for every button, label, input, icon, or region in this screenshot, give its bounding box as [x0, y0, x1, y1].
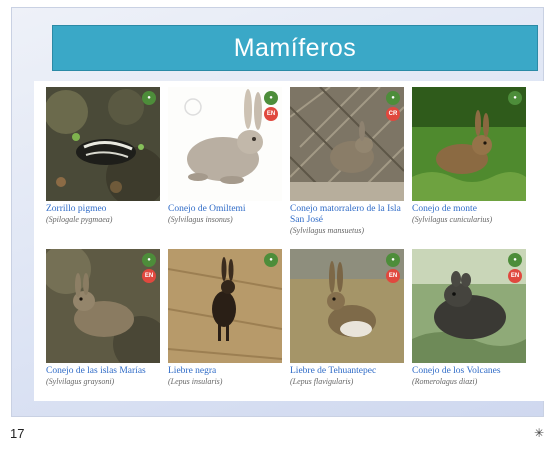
species-scientific-name: (Lepus flavigularis) [290, 377, 354, 386]
species-name: Liebre de Tehuantepec [290, 366, 377, 376]
species-cell[interactable]: ● Zorrillo pigmeo (Spilogale pygmaea) [46, 87, 164, 225]
species-card: ● Zorrillo pigmeo (Spilogale pygmaea) ● … [34, 81, 544, 401]
status-badge-en: EN [508, 269, 522, 283]
species-cell[interactable]: ● Conejo de monte (Sylvilagus cuniculari… [412, 87, 530, 225]
photo-tehuantepec-jackrabbit: ● EN [290, 249, 404, 363]
status-badge: ● [386, 253, 400, 267]
photo-omiltemi-rabbit: ● EN [168, 87, 282, 201]
species-scientific-name: (Sylvilagus graysoni) [46, 377, 115, 386]
species-cell[interactable]: ● EN Conejo de los Volcanes (Romerolagus… [412, 249, 530, 387]
species-name: Conejo de Omiltemi [168, 204, 246, 214]
status-badge: ● [508, 91, 522, 105]
species-cell[interactable]: ● EN Liebre de Tehuantepec (Lepus flavig… [290, 249, 408, 387]
slide: Mamíferos ● Zorrillo pigmeo (Spilogale p… [11, 7, 544, 417]
species-scientific-name: (Lepus insularis) [168, 377, 223, 386]
species-name: Conejo matorralero de la Isla San José [290, 204, 401, 225]
status-badge: ● [508, 253, 522, 267]
status-badge-en: EN [264, 107, 278, 121]
species-cell[interactable]: ● EN Conejo de Omiltemi (Sylvilagus inso… [168, 87, 286, 225]
status-badge-en: EN [142, 269, 156, 283]
photo-mexican-cottontail: ● [412, 87, 526, 201]
photo-brush-rabbit: ● CR [290, 87, 404, 201]
photo-marias-rabbit: ● EN [46, 249, 160, 363]
species-name: Conejo de monte [412, 204, 477, 214]
status-badge: ● [264, 91, 278, 105]
species-cell[interactable]: ● Liebre negra (Lepus insularis) [168, 249, 286, 387]
species-scientific-name: (Sylvilagus insonus) [168, 215, 233, 224]
pin-icon[interactable]: ✳ [534, 426, 544, 440]
species-scientific-name: (Sylvilagus mansuetus) [290, 226, 364, 235]
slide-title: Mamíferos [233, 33, 357, 62]
species-name: Liebre negra [168, 366, 217, 376]
species-cell[interactable]: ● CR Conejo matorralero de la Isla San J… [290, 87, 408, 236]
status-badge: ● [142, 253, 156, 267]
photo-volcano-rabbit: ● EN [412, 249, 526, 363]
status-badge: ● [264, 253, 278, 267]
title-bar: Mamíferos [52, 25, 538, 71]
species-name: Zorrillo pigmeo [46, 204, 107, 214]
status-badge-en: EN [386, 269, 400, 283]
species-name: Conejo de los Volcanes [412, 366, 501, 376]
photo-black-jackrabbit: ● [168, 249, 282, 363]
species-name: Conejo de las islas Marías [46, 366, 146, 376]
photo-skunk: ● [46, 87, 160, 201]
species-scientific-name: (Spilogale pygmaea) [46, 215, 113, 224]
status-badge: ● [142, 91, 156, 105]
status-badge: ● [386, 91, 400, 105]
status-badge-cr: CR [386, 107, 400, 121]
species-scientific-name: (Romerolagus diazi) [412, 377, 478, 386]
species-cell[interactable]: ● EN Conejo de las islas Marías (Sylvila… [46, 249, 164, 387]
page-number: 17 [10, 426, 25, 441]
species-scientific-name: (Sylvilagus cunicularius) [412, 215, 493, 224]
